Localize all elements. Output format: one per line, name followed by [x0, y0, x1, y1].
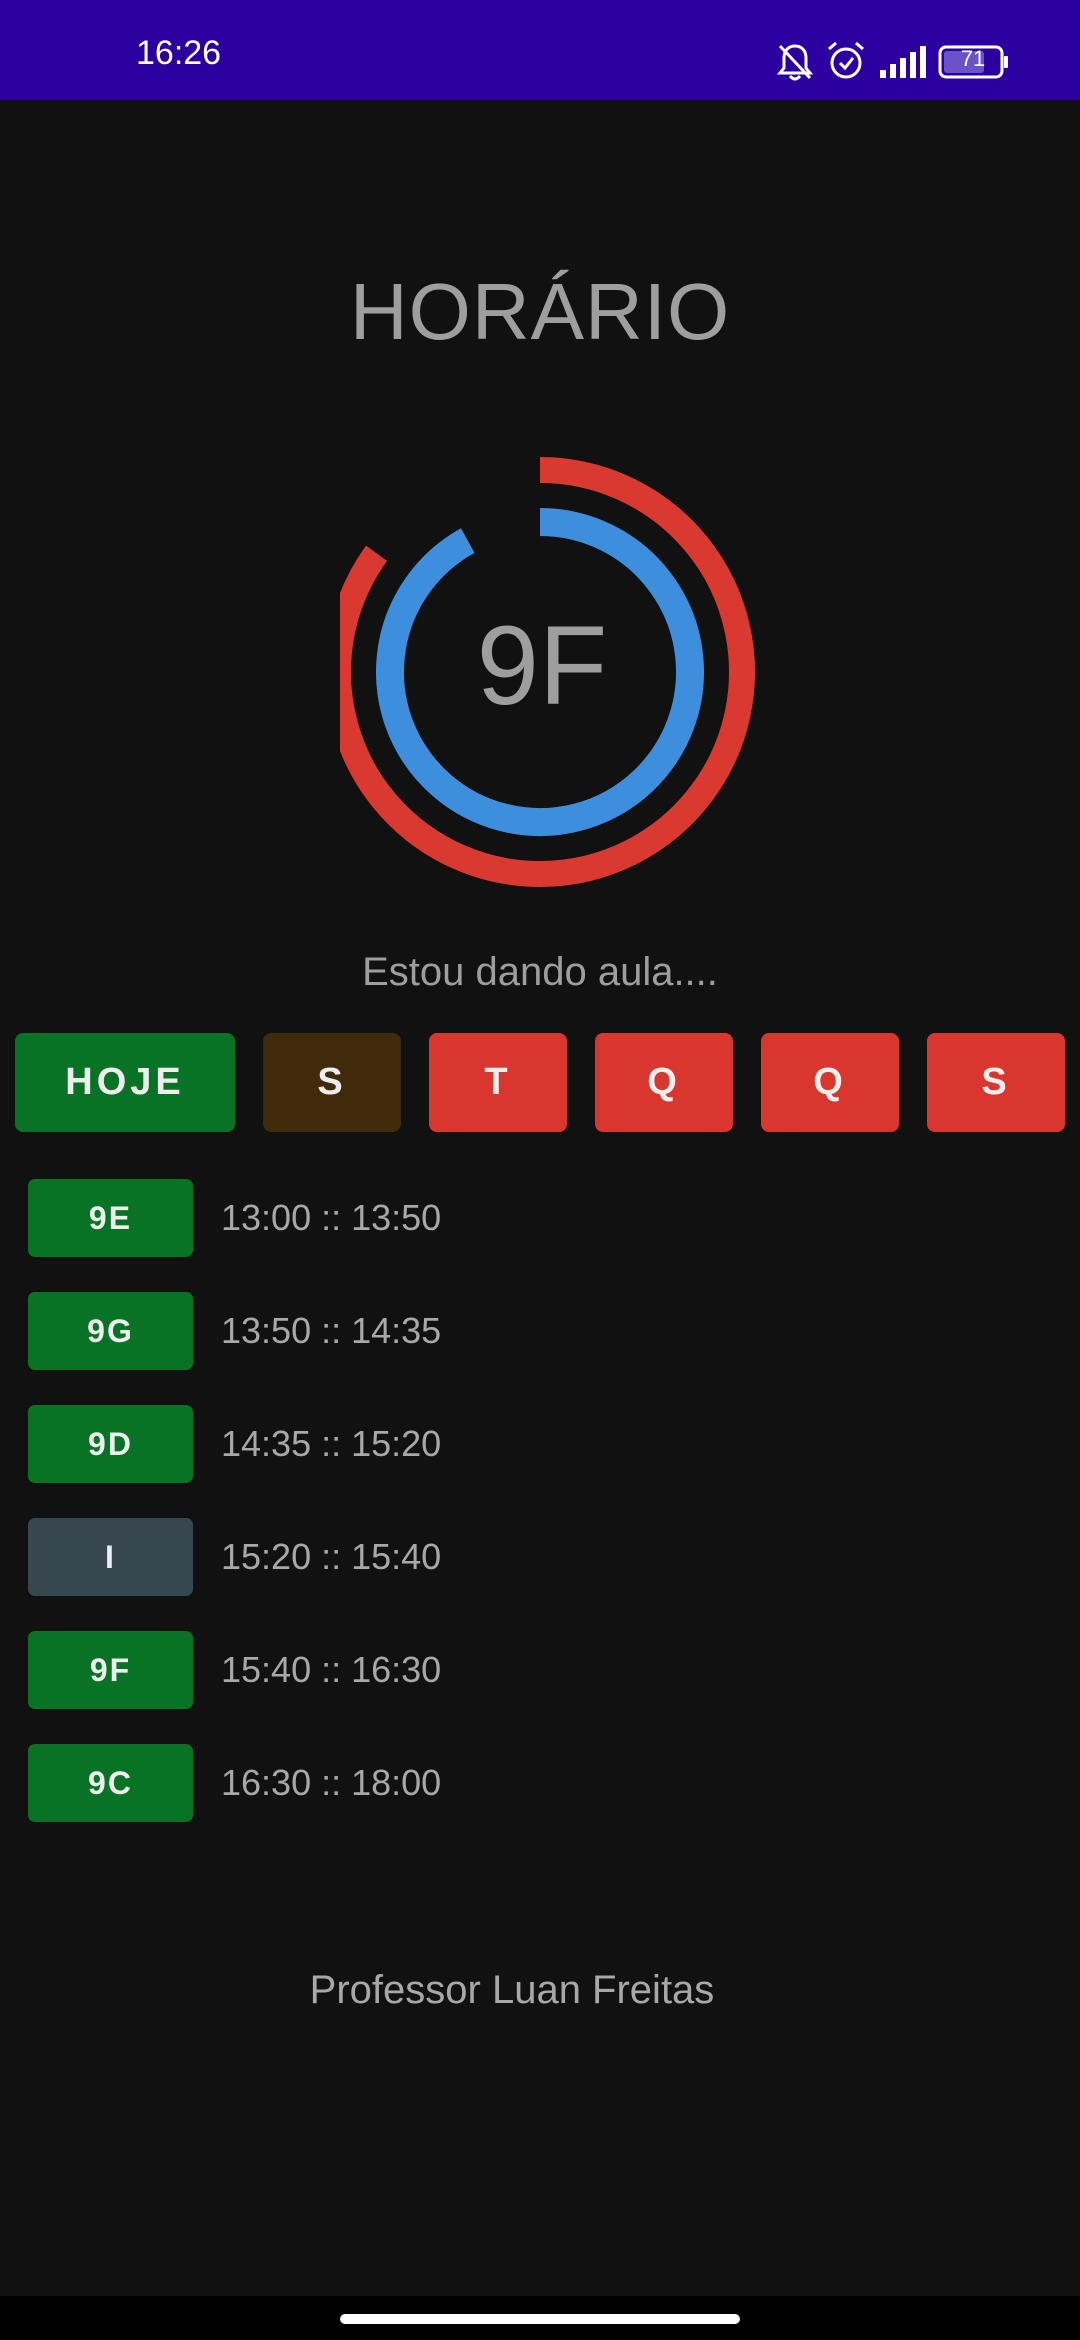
day-button-wednesday[interactable]: Q — [595, 1033, 733, 1132]
schedule-row: 9D 14:35 :: 15:20 — [28, 1405, 1028, 1483]
current-class-label: 9F — [476, 603, 608, 728]
day-button-thursday[interactable]: Q — [761, 1033, 899, 1132]
status-icons — [0, 0, 1080, 100]
class-chip[interactable]: 9D — [28, 1405, 193, 1483]
status-message: Estou dando aula.... — [362, 950, 718, 994]
status-bar: 16:26 71 — [0, 0, 1080, 100]
schedule-row: 9F 15:40 :: 16:30 — [28, 1631, 1028, 1709]
time-range: 16:30 :: 18:00 — [221, 1762, 442, 1803]
time-range: 15:20 :: 15:40 — [221, 1536, 442, 1577]
time-range: 14:35 :: 15:20 — [221, 1423, 442, 1464]
schedule-row: 9E 13:00 :: 13:50 — [28, 1179, 1028, 1257]
time-range: 15:40 :: 16:30 — [221, 1649, 442, 1690]
alarm-icon — [828, 41, 864, 79]
schedule-row: 9C 16:30 :: 18:00 — [28, 1744, 1028, 1822]
class-chip[interactable]: 9E — [28, 1179, 193, 1257]
day-button-friday[interactable]: S — [927, 1033, 1065, 1132]
day-button-monday[interactable]: S — [263, 1033, 401, 1132]
time-range: 13:50 :: 14:35 — [221, 1310, 442, 1351]
signal-icon — [880, 46, 926, 78]
day-button-tuesday[interactable]: T — [429, 1033, 567, 1132]
day-button-today[interactable]: HOJE — [15, 1033, 235, 1132]
class-chip[interactable]: 9G — [28, 1292, 193, 1370]
home-indicator[interactable] — [340, 2314, 740, 2324]
class-chip[interactable]: 9F — [28, 1631, 193, 1709]
class-chip[interactable]: I — [28, 1518, 193, 1596]
schedule-row: 9G 13:50 :: 14:35 — [28, 1292, 1028, 1370]
page-title: HORÁRIO — [349, 267, 731, 356]
bell-off-icon — [776, 44, 814, 81]
battery-level: 71 — [960, 46, 986, 71]
class-chip[interactable]: 9C — [28, 1744, 193, 1822]
time-range: 13:00 :: 13:50 — [221, 1197, 442, 1238]
schedule-row: I 15:20 :: 15:40 — [28, 1518, 1028, 1596]
footer-credit: Professor Luan Freitas — [309, 1968, 715, 2012]
